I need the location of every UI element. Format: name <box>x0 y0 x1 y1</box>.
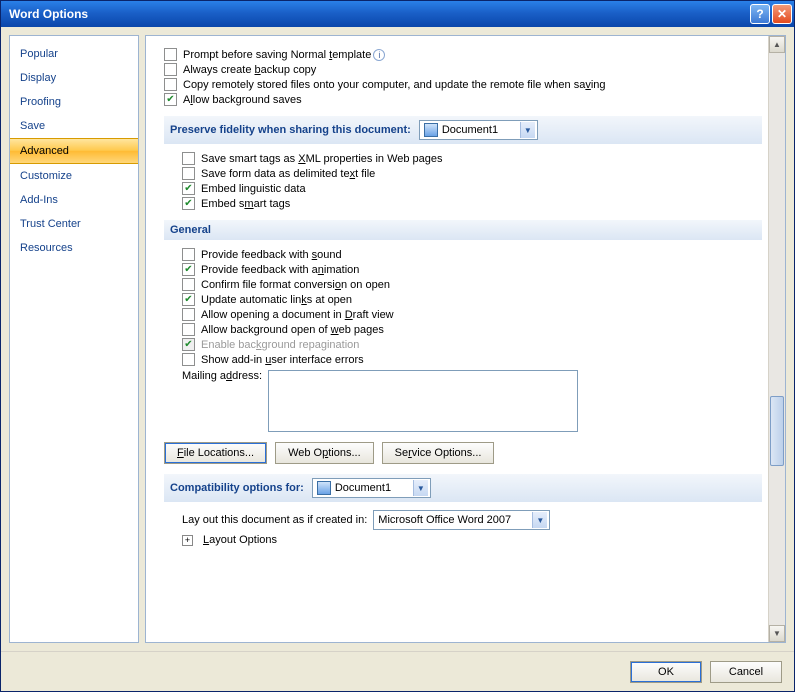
ok-button[interactable]: OK <box>630 661 702 683</box>
layout-as-combo[interactable]: Microsoft Office Word 2007 ▼ <box>373 510 550 530</box>
general-option-checkbox-6 <box>182 338 195 351</box>
general-label: General <box>170 224 211 236</box>
preserve-document-combo[interactable]: Document1 ▼ <box>419 120 538 140</box>
info-icon: i <box>373 49 385 61</box>
preserve-option-label-0: Save smart tags as XML properties in Web… <box>201 153 443 165</box>
general-option-label-4: Allow opening a document in Draft view <box>201 309 394 321</box>
preserve-option-checkbox-2[interactable] <box>182 182 195 195</box>
save-option-label-2: Copy remotely stored files onto your com… <box>183 79 606 91</box>
general-option-label-5: Allow background open of web pages <box>201 324 384 336</box>
general-option-checkbox-2[interactable] <box>182 278 195 291</box>
layout-options-tree[interactable]: Layout Options <box>203 534 277 546</box>
mailing-address-input[interactable] <box>268 370 578 432</box>
help-button[interactable]: ? <box>750 4 770 24</box>
document-icon <box>424 123 438 137</box>
category-sidebar: Popular Display Proofing Save Advanced C… <box>9 35 139 643</box>
sidebar-item-addins[interactable]: Add-Ins <box>10 188 138 212</box>
general-option-label-3: Update automatic links at open <box>201 294 352 306</box>
preserve-combo-value: Document1 <box>442 124 516 136</box>
vertical-scrollbar[interactable]: ▲ ▼ <box>768 36 785 642</box>
save-option-checkbox-1[interactable] <box>164 63 177 76</box>
scroll-down-button[interactable]: ▼ <box>769 625 785 642</box>
save-option-checkbox-2[interactable] <box>164 78 177 91</box>
file-locations-button[interactable]: File Locations... <box>164 442 267 464</box>
preserve-option-checkbox-1[interactable] <box>182 167 195 180</box>
mailing-address-label: Mailing address: <box>182 370 262 382</box>
dialog-body: Popular Display Proofing Save Advanced C… <box>1 27 794 651</box>
cancel-button[interactable]: Cancel <box>710 661 782 683</box>
sidebar-item-save[interactable]: Save <box>10 114 138 138</box>
document-icon <box>317 481 331 495</box>
scroll-up-button[interactable]: ▲ <box>769 36 785 53</box>
layout-as-label: Lay out this document as if created in: <box>182 514 367 526</box>
preserve-option-checkbox-0[interactable] <box>182 152 195 165</box>
preserve-option-label-1: Save form data as delimited text file <box>201 168 375 180</box>
general-header: General <box>164 220 762 240</box>
general-option-checkbox-7[interactable] <box>182 353 195 366</box>
preserve-option-label-3: Embed smart tags <box>201 198 290 210</box>
compat-header: Compatibility options for: Document1 ▼ <box>164 474 762 502</box>
chevron-down-icon: ▼ <box>413 480 428 496</box>
general-option-checkbox-0[interactable] <box>182 248 195 261</box>
titlebar: Word Options ? ✕ <box>1 1 794 27</box>
save-option-checkbox-0[interactable] <box>164 48 177 61</box>
content-panel: Prompt before saving Normal templatei Alw… <box>145 35 786 643</box>
preserve-fidelity-label: Preserve fidelity when sharing this docu… <box>170 124 411 136</box>
window-title: Word Options <box>9 7 748 21</box>
scroll-track[interactable] <box>769 53 785 625</box>
expand-icon[interactable]: + <box>182 535 193 546</box>
compat-combo-value: Document1 <box>335 482 409 494</box>
sidebar-item-resources[interactable]: Resources <box>10 236 138 260</box>
layout-as-combo-value: Microsoft Office Word 2007 <box>378 514 528 526</box>
general-option-label-0: Provide feedback with sound <box>201 249 342 261</box>
save-option-label-0: Prompt before saving Normal templatei <box>183 49 385 61</box>
service-options-button[interactable]: Service Options... <box>382 442 495 464</box>
general-option-checkbox-1[interactable] <box>182 263 195 276</box>
sidebar-item-display[interactable]: Display <box>10 66 138 90</box>
sidebar-item-proofing[interactable]: Proofing <box>10 90 138 114</box>
save-option-checkbox-3[interactable] <box>164 93 177 106</box>
word-options-window: Word Options ? ✕ Popular Display Proofin… <box>0 0 795 692</box>
chevron-down-icon: ▼ <box>520 122 535 138</box>
general-option-checkbox-5[interactable] <box>182 323 195 336</box>
sidebar-item-trust-center[interactable]: Trust Center <box>10 212 138 236</box>
content-area: Prompt before saving Normal templatei Alw… <box>146 36 768 642</box>
general-option-label-1: Provide feedback with animation <box>201 264 359 276</box>
scroll-thumb[interactable] <box>770 396 784 466</box>
sidebar-item-customize[interactable]: Customize <box>10 164 138 188</box>
sidebar-item-popular[interactable]: Popular <box>10 42 138 66</box>
web-options-button[interactable]: Web Options... <box>275 442 374 464</box>
compat-label: Compatibility options for: <box>170 482 304 494</box>
general-option-checkbox-4[interactable] <box>182 308 195 321</box>
sidebar-item-advanced[interactable]: Advanced <box>10 138 138 164</box>
compat-document-combo[interactable]: Document1 ▼ <box>312 478 431 498</box>
general-option-label-7: Show add-in user interface errors <box>201 354 364 366</box>
preserve-option-checkbox-3[interactable] <box>182 197 195 210</box>
chevron-down-icon: ▼ <box>532 512 547 528</box>
general-option-label-2: Confirm file format conversion on open <box>201 279 390 291</box>
general-option-label-6: Enable background repagination <box>201 339 359 351</box>
preserve-fidelity-header: Preserve fidelity when sharing this docu… <box>164 116 762 144</box>
close-button[interactable]: ✕ <box>772 4 792 24</box>
save-option-label-3: Allow background saves <box>183 94 302 106</box>
preserve-option-label-2: Embed linguistic data <box>201 183 306 195</box>
dialog-footer: OK Cancel <box>1 651 794 691</box>
save-option-label-1: Always create backup copy <box>183 64 316 76</box>
general-option-checkbox-3[interactable] <box>182 293 195 306</box>
